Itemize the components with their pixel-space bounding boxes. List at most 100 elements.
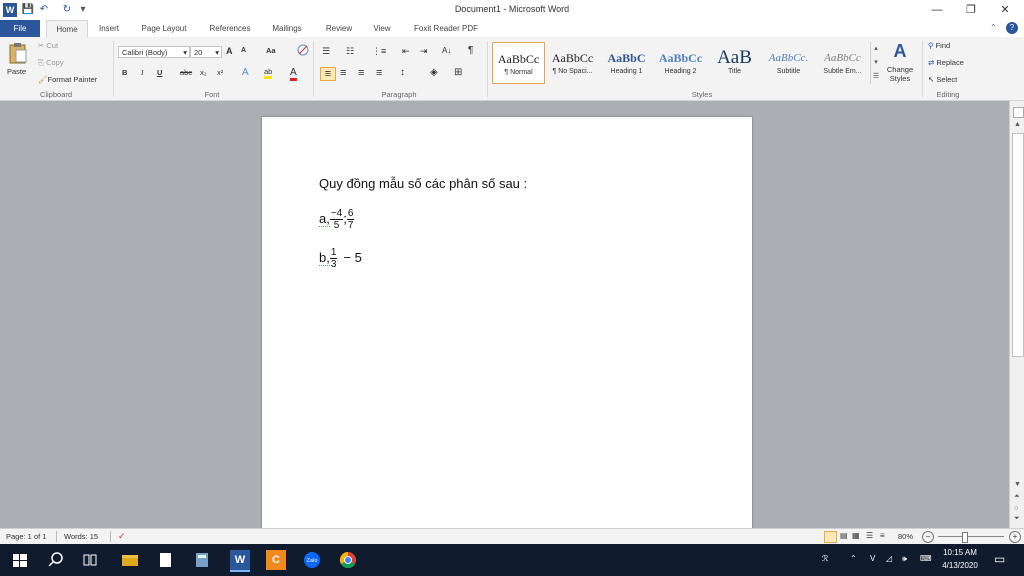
- document-page[interactable]: Quy đồng mẫu số các phân số sau : a, −4 5;…: [262, 117, 752, 537]
- font-color-button[interactable]: A: [290, 67, 297, 81]
- tray-chevron-icon[interactable]: ⌃: [850, 554, 857, 563]
- ribbon-collapse-icon[interactable]: ⌃: [990, 23, 1000, 33]
- keyboard-language-icon[interactable]: ⌨: [920, 554, 932, 563]
- styles-gallery-scroll[interactable]: ▴ ▾ ☰: [870, 42, 881, 84]
- style-title[interactable]: AaB Title: [708, 42, 761, 84]
- shading-button[interactable]: ◈: [430, 67, 438, 78]
- line-spacing-button[interactable]: ↕: [400, 67, 405, 78]
- font-family-combo[interactable]: Calibri (Body) ▾: [118, 46, 190, 58]
- browse-object-icon[interactable]: ○: [1014, 505, 1018, 512]
- ruler-toggle-icon[interactable]: [1013, 107, 1024, 118]
- volume-icon[interactable]: 🕪: [902, 554, 907, 564]
- change-styles-button[interactable]: Change Styles: [882, 65, 918, 83]
- copy-button[interactable]: ⎘ Copy: [38, 58, 64, 68]
- close-button[interactable]: ✕: [988, 0, 1022, 20]
- strikethrough-button[interactable]: abc: [180, 68, 192, 77]
- full-screen-reading-icon[interactable]: ▤: [840, 531, 848, 540]
- vertical-scrollbar[interactable]: ▲ ▼ ⏶ ○ ⏷: [1009, 101, 1024, 528]
- tab-foxit-reader-pdf[interactable]: Foxit Reader PDF: [406, 20, 486, 37]
- style-normal[interactable]: AaBbCc ¶ Normal: [492, 42, 545, 84]
- tab-insert[interactable]: Insert: [92, 20, 126, 37]
- previous-page-icon[interactable]: ⏶: [1014, 493, 1020, 501]
- save-icon[interactable]: 💾: [21, 3, 35, 17]
- minimize-button[interactable]: —: [920, 0, 954, 20]
- network-icon[interactable]: ◿: [886, 554, 892, 563]
- change-styles-icon[interactable]: A: [886, 41, 914, 61]
- cut-button[interactable]: ✂ Cut: [38, 41, 58, 50]
- app-taskbar-icon[interactable]: C: [266, 550, 286, 570]
- file-explorer-icon[interactable]: [120, 550, 140, 570]
- zoom-in-icon[interactable]: +: [1009, 531, 1021, 543]
- calculator-icon[interactable]: [192, 550, 212, 570]
- zoom-out-icon[interactable]: −: [922, 531, 934, 543]
- people-icon[interactable]: ℛ: [822, 554, 828, 563]
- multilevel-list-button[interactable]: ⋮≡: [372, 46, 386, 57]
- zoom-slider[interactable]: [938, 536, 1004, 537]
- word-taskbar-icon[interactable]: W: [230, 550, 250, 572]
- zoom-level[interactable]: 80%: [898, 532, 913, 541]
- style-heading-2[interactable]: AaBbCc Heading 2: [654, 42, 707, 84]
- replace-button[interactable]: ⇄ Replace: [928, 58, 964, 67]
- bold-button[interactable]: B: [122, 68, 127, 77]
- page-count[interactable]: Page: 1 of 1: [6, 532, 46, 541]
- style-no-spacing[interactable]: AaBbCc ¶ No Spaci...: [546, 42, 599, 84]
- highlight-button[interactable]: ab: [264, 67, 273, 79]
- decrease-indent-button[interactable]: ⇤: [402, 46, 410, 57]
- web-layout-icon[interactable]: ▦: [852, 531, 860, 540]
- paste-label[interactable]: Paste: [7, 67, 26, 76]
- increase-indent-button[interactable]: ⇥: [420, 46, 428, 57]
- italic-button[interactable]: I: [141, 68, 144, 77]
- style-subtitle[interactable]: AaBbCc. Subtitle: [762, 42, 815, 84]
- bullets-button[interactable]: ☰: [322, 46, 330, 57]
- grow-font-button[interactable]: A: [226, 46, 233, 56]
- style-heading-1[interactable]: AaBbC Heading 1: [600, 42, 653, 84]
- zalo-icon[interactable]: Zalo: [302, 550, 322, 570]
- tab-file[interactable]: File: [0, 20, 40, 37]
- clock-time[interactable]: 10:15 AM: [940, 548, 980, 557]
- print-layout-icon[interactable]: [824, 531, 837, 543]
- align-left-button[interactable]: ≡: [320, 67, 336, 81]
- undo-icon[interactable]: ↶: [37, 3, 51, 17]
- shrink-font-button[interactable]: A: [241, 47, 246, 54]
- scroll-thumb[interactable]: [1012, 133, 1024, 357]
- tab-references[interactable]: References: [202, 20, 258, 37]
- redo-icon[interactable]: ↻: [60, 3, 74, 17]
- subscript-button[interactable]: x₂: [200, 68, 207, 77]
- select-button[interactable]: ↖ Select: [928, 75, 957, 84]
- tab-review[interactable]: Review: [318, 20, 360, 37]
- clock-date[interactable]: 4/13/2020: [940, 561, 980, 570]
- task-view-icon[interactable]: [80, 550, 100, 570]
- chrome-icon[interactable]: [338, 550, 358, 570]
- font-size-combo[interactable]: 20 ▾: [190, 46, 222, 58]
- find-button[interactable]: ⚲ Find: [928, 41, 950, 50]
- tab-view[interactable]: View: [366, 20, 398, 37]
- action-center-icon[interactable]: ▭: [994, 552, 1005, 566]
- word-count[interactable]: Words: 15: [64, 532, 98, 541]
- superscript-button[interactable]: x²: [217, 68, 223, 77]
- next-page-icon[interactable]: ⏷: [1014, 515, 1020, 523]
- show-formatting-button[interactable]: ¶: [468, 45, 473, 56]
- paste-button[interactable]: [8, 42, 28, 64]
- notepad-icon[interactable]: [155, 550, 175, 570]
- style-subtle-emphasis[interactable]: AaBbCc Subtle Em...: [816, 42, 869, 84]
- customize-quick-access-icon[interactable]: ▾: [76, 3, 90, 17]
- underline-button[interactable]: U: [157, 68, 162, 77]
- tab-home[interactable]: Home: [46, 20, 88, 38]
- align-right-button[interactable]: ≡: [358, 67, 364, 79]
- restore-button[interactable]: ❐: [954, 0, 988, 20]
- align-center-button[interactable]: ≡: [340, 67, 346, 79]
- draft-icon[interactable]: ≡: [880, 531, 885, 540]
- tab-page-layout[interactable]: Page Layout: [136, 20, 192, 37]
- change-case-button[interactable]: Aa: [266, 46, 276, 55]
- zoom-slider-thumb[interactable]: [961, 532, 968, 543]
- justify-button[interactable]: ≡: [376, 67, 382, 79]
- text-effects-button[interactable]: A: [242, 67, 249, 78]
- input-method-icon[interactable]: V: [870, 554, 875, 563]
- proofing-icon[interactable]: ✓: [118, 531, 126, 542]
- scroll-up-icon[interactable]: ▲: [1014, 121, 1021, 128]
- search-icon[interactable]: [46, 550, 66, 570]
- sort-button[interactable]: A↓: [442, 46, 451, 55]
- numbering-button[interactable]: ☷: [346, 46, 354, 57]
- outline-icon[interactable]: ☰: [866, 531, 873, 540]
- format-painter-button[interactable]: 🖌Format Painter: [38, 75, 97, 84]
